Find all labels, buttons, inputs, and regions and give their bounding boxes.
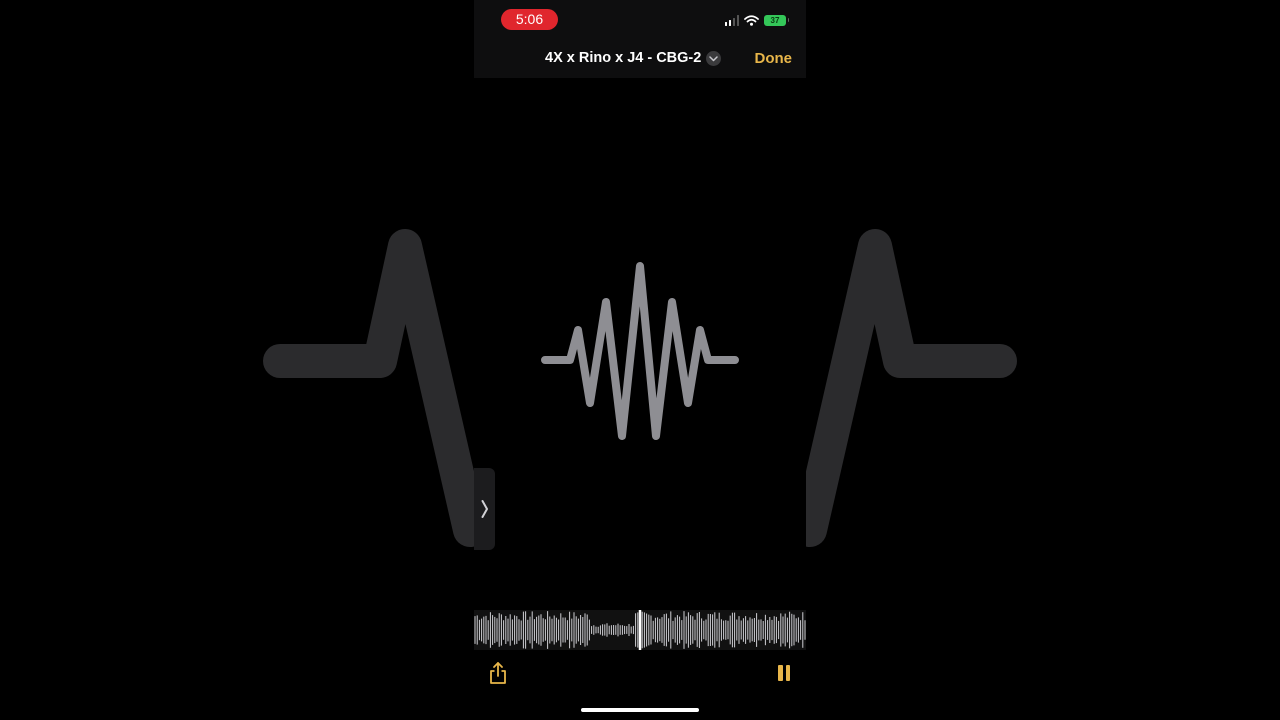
recording-title[interactable]: 4X x Rino x J4 - CBG-2 [545, 50, 701, 66]
battery-level: 37 [770, 15, 780, 25]
chevron-down-icon [709, 55, 718, 61]
side-panel-tab[interactable] [474, 468, 495, 550]
wifi-icon [744, 14, 759, 26]
share-icon[interactable] [488, 661, 508, 685]
waveform-icon [541, 262, 739, 440]
battery-icon: 37 [764, 14, 789, 26]
title-row: 4X x Rino x J4 - CBG-2 Done [474, 47, 806, 71]
chevron-right-icon [481, 500, 488, 518]
top-bar: 5:06 37 4X x Rino x J4 - CBG-2 Done [474, 0, 806, 78]
title-menu-button[interactable] [706, 51, 721, 66]
waveform-overview[interactable] [474, 610, 806, 650]
pause-button[interactable] [778, 665, 790, 681]
pause-icon-bar-left [778, 665, 783, 681]
phone-screen: 5:06 37 4X x Rino x J4 - CBG-2 Done [474, 0, 806, 720]
status-icons: 37 [724, 13, 789, 27]
signal-icon [724, 14, 739, 26]
pause-icon-bar-right [785, 665, 790, 681]
done-button[interactable]: Done [755, 50, 793, 67]
home-indicator[interactable] [581, 708, 699, 712]
recording-time-pill[interactable]: 5:06 [501, 9, 558, 30]
playback-bar [474, 650, 806, 720]
